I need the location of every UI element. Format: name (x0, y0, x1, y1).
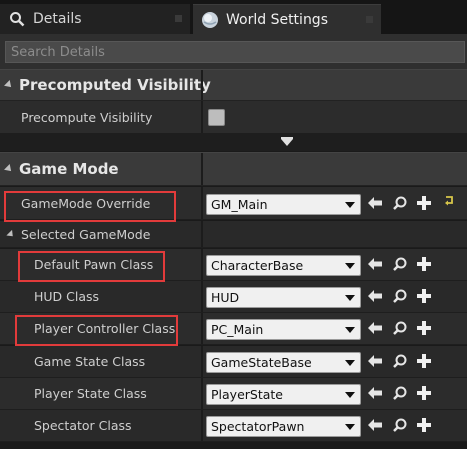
column-divider (201, 313, 203, 344)
property-row-precompute-visibility: Precompute Visibility (0, 101, 467, 134)
category-precomputed-visibility[interactable]: Precomputed Visibility (0, 69, 467, 101)
property-row-player-state-class: Player State Class PlayerState (0, 378, 467, 410)
plus-icon[interactable] (415, 319, 433, 337)
subcategory-selected-gamemode[interactable]: Selected GameMode (0, 221, 467, 248)
property-label: Spectator Class (34, 418, 132, 433)
column-divider (201, 346, 203, 377)
game-state-class-combo[interactable]: GameStateBase (206, 352, 361, 373)
magnifier-icon[interactable] (391, 287, 409, 305)
combo-value: GM_Main (211, 197, 268, 212)
hud-class-combo[interactable]: HUD (206, 287, 361, 308)
column-divider (201, 378, 203, 409)
column-divider (201, 410, 203, 441)
arrow-left-icon[interactable] (366, 287, 384, 305)
player-state-class-combo[interactable]: PlayerState (206, 384, 361, 405)
combo-value: HUD (211, 290, 240, 305)
chevron-down-icon (345, 263, 355, 269)
plus-icon[interactable] (415, 194, 433, 212)
advanced-expander[interactable] (0, 134, 467, 151)
tab-close-icon[interactable] (175, 15, 182, 22)
reset-to-default-icon[interactable] (440, 192, 458, 210)
highlight-box-player-controller-class (15, 315, 178, 346)
column-divider (201, 187, 203, 219)
chevron-down-icon (345, 360, 355, 366)
arrow-left-icon[interactable] (366, 319, 384, 337)
collapse-arrow-icon (4, 80, 14, 90)
subcategory-label: Selected GameMode (21, 226, 151, 242)
collapse-arrow-icon (6, 229, 16, 239)
subcategory-label-wrap: Selected GameMode (6, 221, 151, 247)
arrow-left-icon[interactable] (366, 255, 384, 273)
arrow-left-icon[interactable] (366, 384, 384, 402)
default-pawn-class-combo[interactable]: CharacterBase (206, 255, 361, 276)
tab-world-settings-label: World Settings (226, 11, 328, 28)
chevron-down-icon (281, 139, 293, 146)
property-label: HUD Class (34, 289, 100, 304)
combo-value: SpectatorPawn (211, 419, 305, 434)
tab-world-settings[interactable]: World Settings (193, 4, 381, 34)
gamemode-override-combo[interactable]: GM_Main (206, 194, 361, 215)
column-divider (201, 153, 203, 185)
column-divider (201, 70, 203, 100)
plus-icon[interactable] (415, 384, 433, 402)
arrow-left-icon[interactable] (366, 194, 384, 212)
combo-value: PC_Main (211, 322, 264, 337)
plus-icon[interactable] (415, 416, 433, 434)
magnifier-icon[interactable] (391, 384, 409, 402)
tab-bar: Details World Settings (0, 0, 467, 37)
chevron-down-icon (345, 295, 355, 301)
chevron-down-icon (345, 424, 355, 430)
collapse-arrow-icon (4, 164, 14, 174)
plus-icon[interactable] (415, 352, 433, 370)
property-label: Game State Class (34, 354, 146, 369)
chevron-down-icon (345, 392, 355, 398)
arrow-left-icon[interactable] (366, 416, 384, 434)
magnifier-icon[interactable] (391, 194, 409, 212)
magnifier-icon[interactable] (391, 416, 409, 434)
globe-icon (201, 11, 219, 29)
player-controller-class-combo[interactable]: PC_Main (206, 319, 361, 340)
tab-details-label: Details (33, 11, 82, 27)
chevron-down-icon (345, 202, 355, 208)
magnifier-icon[interactable] (391, 319, 409, 337)
search-bar (0, 37, 467, 69)
property-row-game-state-class: Game State Class GameStateBase (0, 346, 467, 378)
property-label: Precompute Visibility (21, 109, 153, 125)
search-input[interactable] (5, 41, 465, 63)
combo-value: PlayerState (211, 387, 283, 402)
highlight-box-gamemode-override (4, 191, 176, 222)
spectator-class-combo[interactable]: SpectatorPawn (206, 416, 361, 437)
property-row-spectator-class: Spectator Class SpectatorPawn (0, 410, 467, 442)
plus-icon[interactable] (415, 255, 433, 273)
combo-value: CharacterBase (211, 258, 304, 273)
tab-details[interactable]: Details (0, 4, 190, 34)
magnifier-icon[interactable] (391, 255, 409, 273)
column-divider (201, 101, 203, 133)
column-divider (201, 249, 203, 280)
category-game-mode[interactable]: Game Mode (0, 152, 467, 186)
property-row-hud-class: HUD Class HUD (0, 281, 467, 313)
plus-icon[interactable] (415, 287, 433, 305)
combo-value: GameStateBase (211, 355, 312, 370)
column-divider (201, 281, 203, 312)
tab-close-icon[interactable] (366, 16, 373, 23)
magnifier-icon (8, 10, 26, 28)
arrow-left-icon[interactable] (366, 352, 384, 370)
precompute-visibility-checkbox[interactable] (208, 109, 225, 126)
chevron-down-icon (345, 327, 355, 333)
column-divider (201, 221, 203, 247)
magnifier-icon[interactable] (391, 352, 409, 370)
category-label: Game Mode (19, 160, 119, 178)
property-label: Player State Class (34, 386, 147, 401)
highlight-box-default-pawn-class (18, 251, 165, 282)
category-label: Precomputed Visibility (19, 76, 211, 94)
